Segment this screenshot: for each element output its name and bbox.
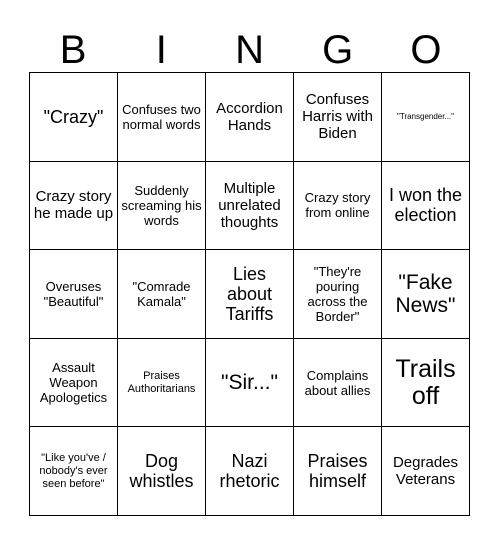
bingo-cell-label: Overuses "Beautiful" [43,278,104,309]
bingo-cell-r4c5[interactable]: Trails off [382,338,470,428]
bingo-grid: "Crazy" Confuses two normal words Accordio… [29,72,470,516]
bingo-cell-label: Multiple unrelated thoughts [218,179,281,231]
bingo-header-letter-b: B [59,28,87,72]
bingo-header-letter-o: O [410,28,442,72]
bingo-cell-label: "Crazy" [43,106,104,127]
bingo-cell-label: "Transgender..." [397,112,454,122]
bingo-cell-label: Confuses Harris with Biden [302,91,373,143]
bingo-cell-label: "Comrade Kamala" [132,278,191,309]
bingo-cell-r3c5[interactable]: "Fake News" [382,250,470,339]
bingo-cell-r5c3[interactable]: Nazi rhetoric [206,427,294,516]
bingo-cell-r3c4[interactable]: "They're pouring across the Border" [294,250,382,339]
bingo-cell-r2c5[interactable]: I won the election [382,161,470,251]
bingo-cell-r5c4[interactable]: Praises himself [294,427,382,516]
bingo-cell-label: "Like you've / nobody's ever seen before… [39,451,108,490]
bingo-cell-label: Assault Weapon Apologetics [39,359,108,406]
bingo-cell-label: Praises Authoritarians [127,369,196,395]
bingo-cell-r3c2[interactable]: "Comrade Kamala" [118,250,206,339]
bingo-cell-label: "Fake News" [395,270,456,317]
bingo-cell-label: I won the election [388,185,463,226]
bingo-cell-label: Praises himself [307,451,368,492]
bingo-cell-label: "They're pouring across the Border" [307,263,368,325]
bingo-cell-r1c1[interactable]: "Crazy" [30,73,118,162]
bingo-cell-r1c3[interactable]: Accordion Hands [206,73,294,162]
bingo-cell-label: "Sir..." [221,371,278,395]
bingo-cell-r5c2[interactable]: Dog whistles [118,427,206,516]
bingo-cell-r4c2[interactable]: Praises Authoritarians [118,338,206,428]
bingo-cell-label: Complains about allies [304,367,371,398]
bingo-cell-r2c3[interactable]: Multiple unrelated thoughts [206,161,294,251]
bingo-header-letter-g: G [322,28,354,72]
bingo-cell-label: Nazi rhetoric [219,451,280,492]
bingo-cell-r2c2[interactable]: Suddenly screaming his words [118,161,206,251]
bingo-cell-r5c5[interactable]: Degrades Veterans [382,427,470,516]
bingo-cell-label: Accordion Hands [216,99,283,134]
bingo-cell-label: Crazy story from online [304,190,371,221]
bingo-header-letter-i: I [155,28,167,72]
bingo-cell-label: Lies about Tariffs [225,263,274,325]
bingo-cell-label: Confuses two normal words [122,101,201,132]
bingo-cell-r1c4[interactable]: Confuses Harris with Biden [294,73,382,162]
bingo-cell-label: Trails off [395,354,456,410]
bingo-cell-r1c5[interactable]: "Transgender..." [382,73,470,162]
bingo-cell-r1c2[interactable]: Confuses two normal words [118,73,206,162]
bingo-cell-r2c4[interactable]: Crazy story from online [294,161,382,251]
bingo-cell-r5c1[interactable]: "Like you've / nobody's ever seen before… [30,427,118,516]
bingo-header-letter-n: N [235,28,264,72]
bingo-header: B I N G O [29,18,470,72]
bingo-cell-r3c1[interactable]: Overuses "Beautiful" [30,250,118,339]
bingo-cell-label: Suddenly screaming his words [121,182,202,228]
bingo-card: B I N G O "Crazy" Confuses two normal wor… [0,0,500,544]
bingo-cell-r4c1[interactable]: Assault Weapon Apologetics [30,338,118,428]
bingo-cell-label: Degrades Veterans [392,454,459,489]
bingo-cell-label: Crazy story he made up [33,188,114,223]
bingo-cell-r4c4[interactable]: Complains about allies [294,338,382,428]
bingo-cell-r3c3[interactable]: Lies about Tariffs [206,250,294,339]
bingo-cell-r2c1[interactable]: Crazy story he made up [30,161,118,251]
bingo-cell-label: Dog whistles [129,451,194,492]
bingo-cell-r4c3[interactable]: "Sir..." [206,338,294,428]
